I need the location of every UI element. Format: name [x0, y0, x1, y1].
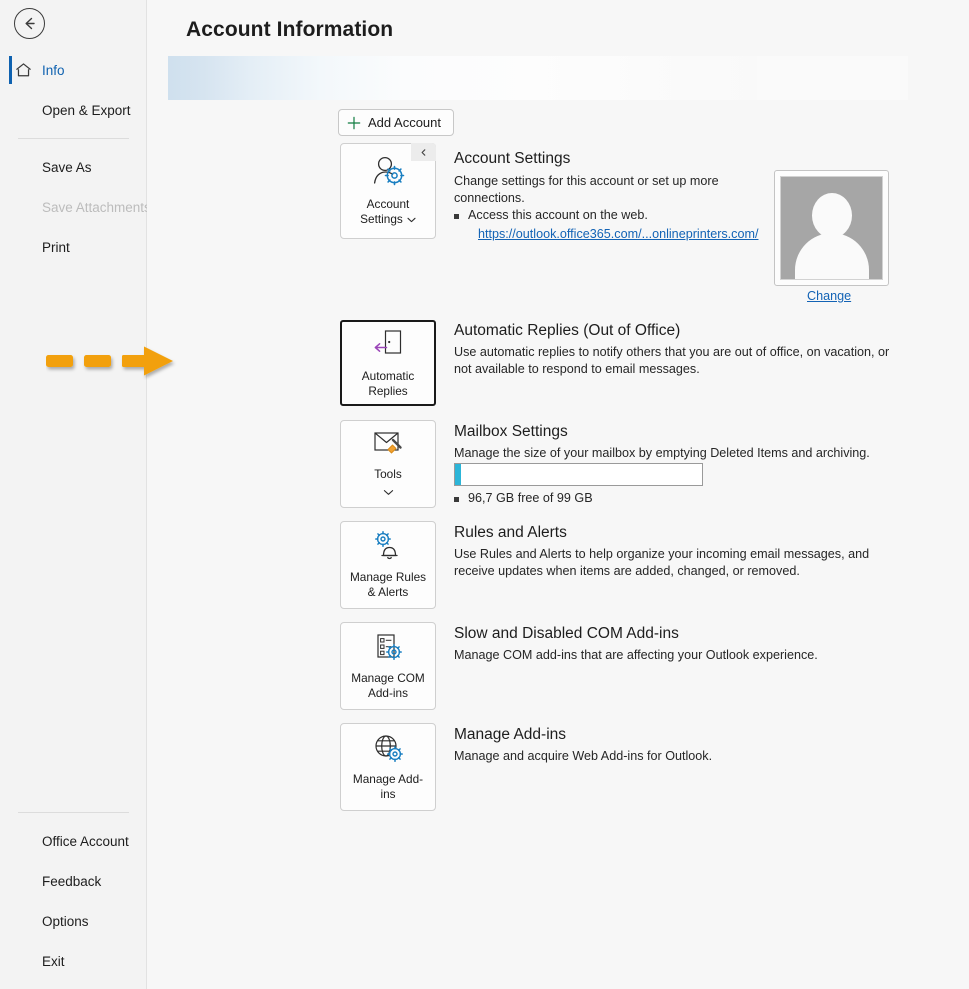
manage-com-addins-button[interactable]: Manage COM Add-ins: [340, 622, 436, 710]
sidebar-item-label: Options: [42, 913, 89, 929]
sidebar-nav-list: Info Open & Export Save As Save Attachme…: [0, 50, 151, 267]
com-addins-icon: [370, 631, 406, 668]
sidebar-item-open-export[interactable]: Open & Export: [0, 90, 147, 130]
add-account-label: Add Account: [368, 115, 441, 130]
manage-addins-button-label-line2: ins: [380, 787, 396, 801]
account-settings-title: Account Settings: [454, 150, 571, 167]
sidebar-item-label: Exit: [42, 953, 65, 969]
automatic-replies-description: Use automatic replies to notify others t…: [454, 345, 890, 376]
avatar-placeholder-image: [780, 176, 883, 280]
sidebar-divider-2: [18, 812, 129, 813]
account-settings-button-label-line2: Settings: [360, 212, 403, 226]
com-addins-title: Slow and Disabled COM Add-ins: [454, 625, 679, 642]
manage-addins-button-label-line1: Manage Add-: [352, 772, 424, 786]
sidebar-item-label: Print: [42, 239, 70, 255]
account-settings-button-label-line2-row: Settings: [360, 212, 416, 227]
rules-bell-gear-icon: [370, 530, 406, 567]
plus-icon: [347, 116, 361, 130]
back-arrow-glyph: [25, 17, 35, 30]
account-settings-bullet: Access this account on the web.: [454, 208, 648, 222]
manage-com-addins-button-label-line1: Manage COM: [351, 671, 425, 685]
sidebar-nav-bottom: Office Account Feedback Options Exit: [0, 804, 147, 981]
out-of-office-door-icon: [371, 327, 405, 366]
manage-addins-title: Manage Add-ins: [454, 726, 567, 743]
rules-and-alerts-description: Use Rules and Alerts to help organize yo…: [454, 547, 870, 578]
square-bullet-icon: [454, 214, 459, 219]
account-settings-bullet-text: Access this account on the web.: [468, 208, 648, 222]
sidebar-item-print[interactable]: Print: [0, 227, 147, 267]
avatar-body-shape: [794, 233, 869, 279]
mailbox-settings-description: Manage the size of your mailbox by empty…: [454, 446, 870, 460]
collapse-ribbon-chevron-left-icon[interactable]: [411, 143, 436, 161]
manage-rules-alerts-button[interactable]: Manage Rules & Alerts: [340, 521, 436, 609]
mailbox-storage-fill: [455, 464, 461, 485]
change-photo-link[interactable]: Change: [807, 289, 851, 303]
sidebar-item-save-as[interactable]: Save As: [0, 147, 147, 187]
mailbox-settings-title: Mailbox Settings: [454, 423, 568, 440]
sidebar-item-info[interactable]: Info: [0, 50, 147, 90]
page-title: Account Information: [186, 18, 394, 41]
manage-com-addins-button-label-line2: Add-ins: [368, 686, 408, 700]
add-account-button[interactable]: Add Account: [338, 109, 454, 136]
mailbox-tools-button[interactable]: Tools: [340, 420, 436, 508]
mailbox-storage-bullet: 96,7 GB free of 99 GB: [454, 491, 593, 505]
chevron-down-icon: [407, 217, 416, 222]
mailbox-storage-text: 96,7 GB free of 99 GB: [468, 491, 593, 505]
sidebar-item-label: Save As: [42, 159, 92, 175]
sidebar-item-label: Open & Export: [42, 102, 131, 118]
chevron-down-icon: [383, 483, 394, 501]
sidebar-item-exit[interactable]: Exit: [0, 941, 147, 981]
automatic-replies-title: Automatic Replies (Out of Office): [454, 322, 681, 339]
user-gear-icon: [369, 155, 407, 194]
account-name-banner-tail: [757, 56, 908, 100]
mailbox-cleanup-icon: [370, 427, 406, 464]
avatar-head-shape: [811, 193, 852, 239]
sidebar-item-label: Info: [42, 62, 65, 78]
backstage-sidebar: Info Open & Export Save As Save Attachme…: [0, 0, 151, 989]
manage-addins-description: Manage and acquire Web Add-ins for Outlo…: [454, 749, 713, 763]
sidebar-item-label: Save Attachments: [42, 199, 151, 215]
sidebar-item-label: Feedback: [42, 873, 102, 889]
account-settings-description: Change settings for this account or set …: [454, 174, 719, 205]
account-settings-button-label-line1: Account: [366, 197, 410, 211]
account-web-access-link[interactable]: https://outlook.office365.com/...onlinep…: [478, 227, 758, 241]
rules-and-alerts-title: Rules and Alerts: [454, 524, 567, 541]
back-arrow-icon[interactable]: [14, 8, 45, 39]
sidebar-item-feedback[interactable]: Feedback: [0, 861, 147, 901]
account-information-pane: Account Information Add Account Account …: [147, 0, 969, 989]
account-settings-button[interactable]: Account Settings: [340, 143, 436, 239]
outlook-backstage-account-information: Info Open & Export Save As Save Attachme…: [0, 0, 969, 989]
globe-gear-icon: [370, 732, 406, 769]
sidebar-item-label: Office Account: [42, 833, 129, 849]
manage-rules-button-label-line1: Manage Rules: [349, 570, 427, 584]
mailbox-storage-bar: [454, 463, 703, 486]
square-bullet-icon: [454, 497, 459, 502]
sidebar-divider-1: [18, 138, 129, 139]
sidebar-item-options[interactable]: Options: [0, 901, 147, 941]
automatic-replies-button-label-line2: Replies: [368, 384, 408, 398]
account-name-banner: [168, 56, 757, 100]
sidebar-item-save-attachments: Save Attachments: [0, 187, 151, 227]
home-icon: [14, 61, 33, 80]
avatar: [774, 170, 889, 286]
manage-rules-button-label-line2: & Alerts: [367, 585, 409, 599]
com-addins-description: Manage COM add-ins that are affecting yo…: [454, 648, 818, 662]
manage-addins-button[interactable]: Manage Add- ins: [340, 723, 436, 811]
active-accent-bar: [9, 56, 12, 84]
sidebar-item-office-account[interactable]: Office Account: [0, 821, 147, 861]
automatic-replies-button[interactable]: Automatic Replies: [340, 320, 436, 406]
automatic-replies-button-label-line1: Automatic: [361, 369, 415, 383]
mailbox-tools-button-label: Tools: [374, 467, 402, 481]
